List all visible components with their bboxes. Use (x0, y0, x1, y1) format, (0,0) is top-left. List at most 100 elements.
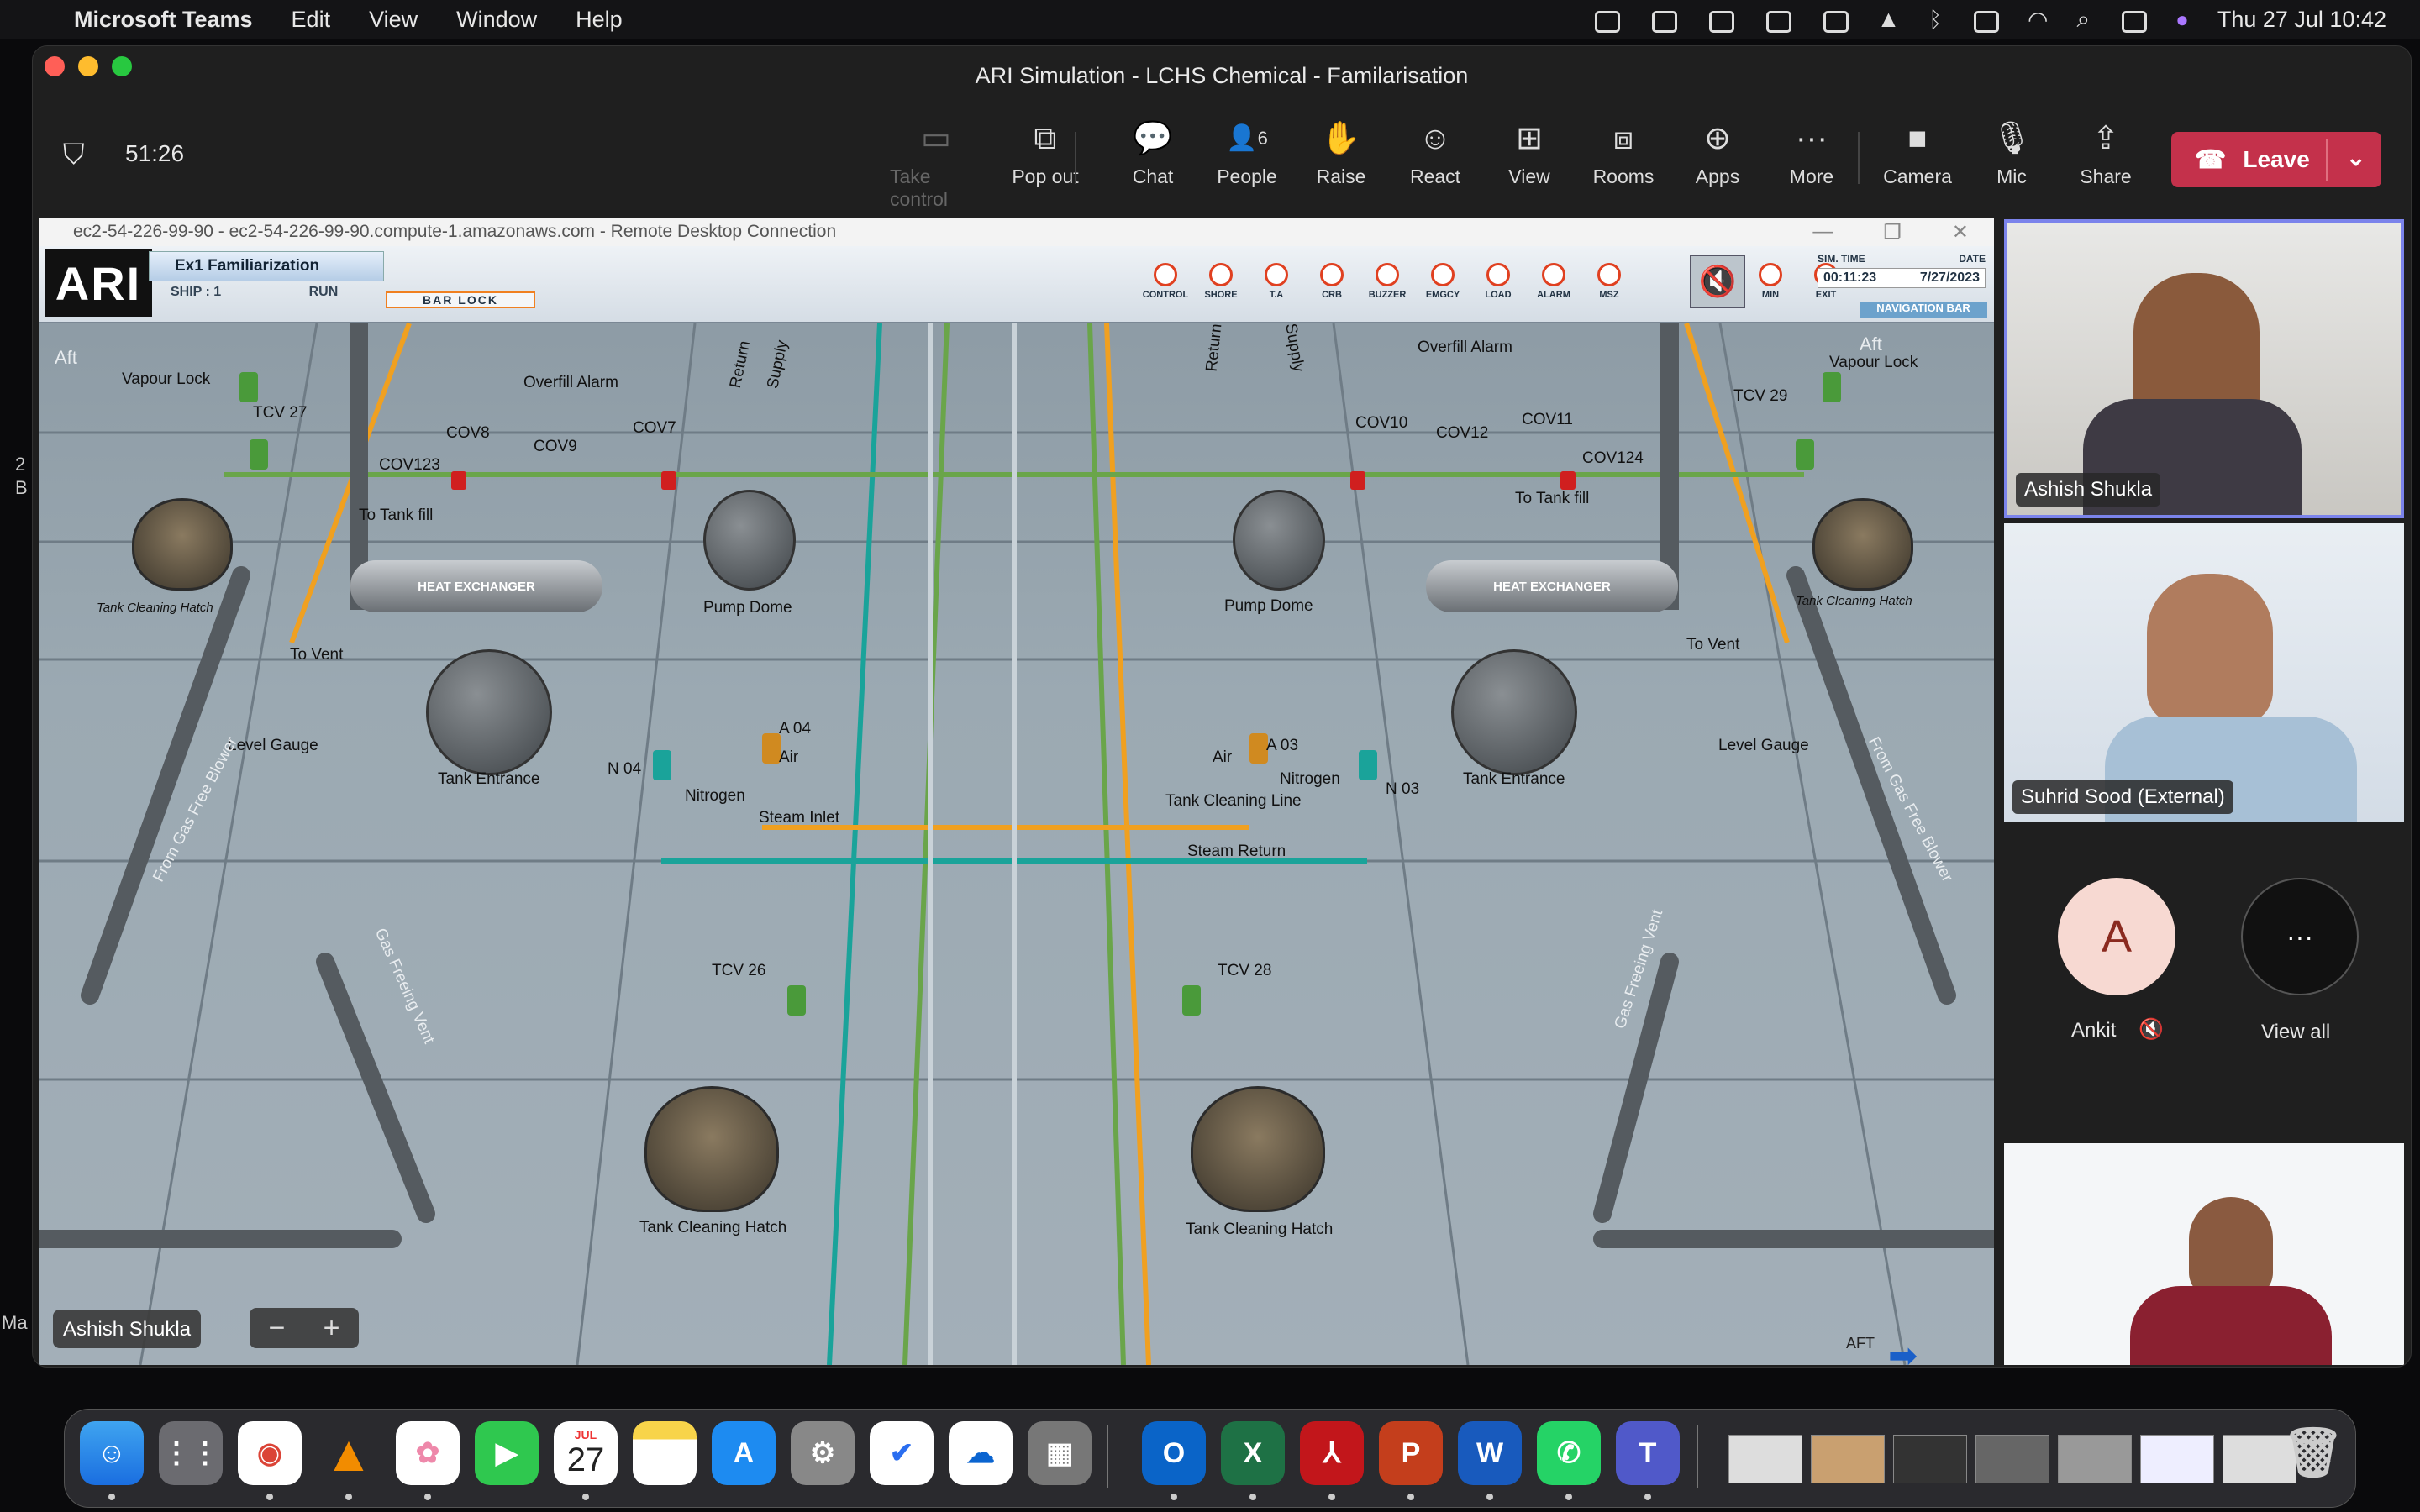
view-all-button[interactable]: ··· (2241, 878, 2359, 995)
avatar[interactable]: A (2058, 878, 2175, 995)
teams-icon[interactable]: T (1616, 1421, 1680, 1485)
launchpad-icon[interactable]: ⋮⋮ (159, 1421, 223, 1485)
simulation-view[interactable]: ARI Ex1 Familiarization SHIP : 1 RUN BAR… (39, 246, 1994, 1365)
participant-video-tile[interactable]: Ashish Shukla (2004, 219, 2404, 518)
tool-icon[interactable] (1706, 8, 1734, 33)
menu-view[interactable]: View (369, 7, 418, 33)
buzzer-button[interactable]: BUZZER (1362, 263, 1413, 300)
acrobat-icon[interactable]: ⅄ (1300, 1421, 1364, 1485)
vlc-icon[interactable]: ▲ (1877, 6, 1901, 33)
tcv26-valve[interactable] (787, 985, 806, 1016)
apps-button[interactable]: ⊕ Apps (1671, 120, 1764, 188)
close-window-button[interactable] (45, 56, 65, 76)
zoom-in-icon[interactable]: + (324, 1312, 340, 1345)
tank-cleaning-hatch-bottom-right[interactable] (1191, 1086, 1325, 1212)
msz-button[interactable]: MSZ (1584, 263, 1634, 300)
vapour-lock-left-valve[interactable] (239, 372, 258, 402)
minimize-icon[interactable]: — (1812, 220, 1833, 244)
participant-video-tile[interactable] (2004, 1143, 2404, 1365)
take-control-button[interactable]: ▭ Take control (890, 120, 982, 211)
tank-cleaning-hatch-bottom-left[interactable] (644, 1086, 779, 1212)
heat-exchanger-left[interactable]: HEAT EXCHANGER (350, 560, 602, 612)
menu-window[interactable]: Window (456, 7, 537, 33)
notes-icon[interactable] (633, 1421, 697, 1485)
restore-icon[interactable]: ❐ (1883, 220, 1902, 244)
a04-valve[interactable] (762, 733, 781, 764)
camera-button[interactable]: ■ Camera (1871, 120, 1964, 188)
facetime-icon[interactable]: ▶ (475, 1421, 539, 1485)
n04-valve[interactable] (653, 750, 671, 780)
bar-lock-button[interactable]: BAR LOCK (386, 291, 535, 308)
bluetooth-icon[interactable]: ᛒ (1928, 7, 1942, 33)
react-button[interactable]: ☺ React (1389, 120, 1481, 188)
emergency-button[interactable]: EMGCY (1418, 263, 1468, 300)
minimized-window-thumbnail[interactable] (2140, 1435, 2214, 1483)
share-button[interactable]: ⇪ Share (2060, 120, 2152, 188)
pump-dome-right[interactable] (1233, 490, 1325, 591)
minimized-window-thumbnail[interactable] (2058, 1435, 2132, 1483)
minimized-window-thumbnail[interactable] (1728, 1435, 1802, 1483)
menu-clock[interactable]: Thu 27 Jul 10:42 (2217, 7, 2386, 33)
calculator-icon[interactable]: ▦ (1028, 1421, 1092, 1485)
app-store-icon[interactable]: A (712, 1421, 776, 1485)
minimize-window-button[interactable] (78, 56, 98, 76)
navigation-bar-button[interactable]: NAVIGATION BAR (1860, 302, 1987, 318)
tcv29-valve[interactable] (1796, 439, 1814, 470)
outlook-icon[interactable]: O (1142, 1421, 1206, 1485)
zoom-window-button[interactable] (112, 56, 132, 76)
finder-icon[interactable]: ☺ (80, 1421, 144, 1485)
system-settings-icon[interactable]: ⚙ (791, 1421, 855, 1485)
chat-button[interactable]: 💬 Chat (1107, 120, 1199, 188)
raise-hand-button[interactable]: ✋ Raise (1295, 120, 1387, 188)
menu-app-name[interactable]: Microsoft Teams (74, 7, 253, 33)
vapour-lock-right-valve[interactable] (1823, 372, 1841, 402)
arrow-right-icon[interactable]: ➡ (1888, 1335, 1918, 1365)
contact-icon[interactable] (1763, 8, 1791, 33)
tank-entrance-right[interactable] (1451, 649, 1577, 775)
exercise-name[interactable]: Ex1 Familiarization (149, 251, 384, 281)
todo-icon[interactable]: ✔ (870, 1421, 934, 1485)
view-all-label[interactable]: View all (2261, 1021, 2330, 1044)
tank-cleaning-hatch-left[interactable] (132, 498, 233, 591)
shore-button[interactable]: SHORE (1196, 263, 1246, 300)
ta-button[interactable]: T.A (1251, 263, 1302, 300)
people-button[interactable]: 👤 6 People (1201, 120, 1293, 188)
speaker-icon[interactable]: 🔇 (1690, 255, 1745, 308)
control-button[interactable]: CONTROL (1140, 263, 1191, 300)
tcv28-valve[interactable] (1182, 985, 1201, 1016)
participant-video-tile[interactable]: Suhrid Sood (External) (2004, 523, 2404, 822)
more-button[interactable]: ··· More (1765, 120, 1858, 188)
tcv27-valve[interactable] (250, 439, 268, 470)
trash-icon[interactable]: 🗑 (2281, 1421, 2345, 1485)
view-button[interactable]: ⊞ View (1483, 120, 1576, 188)
menu-help[interactable]: Help (576, 7, 623, 33)
shield-icon[interactable]: ⛉ (63, 139, 85, 171)
cov7-valve[interactable] (661, 471, 676, 490)
control-center-icon[interactable] (2118, 8, 2148, 33)
mic-button[interactable]: 🎙 Mic (1965, 120, 2058, 188)
load-button[interactable]: LOAD (1473, 263, 1523, 300)
min-button[interactable]: MIN (1745, 263, 1796, 300)
calendar-icon[interactable]: JUL 27 (554, 1421, 618, 1485)
alarm-button[interactable]: ALARM (1528, 263, 1579, 300)
chevron-down-icon[interactable]: ⌄ (2346, 144, 2365, 171)
word-icon[interactable]: W (1458, 1421, 1522, 1485)
powerpoint-icon[interactable]: P (1379, 1421, 1443, 1485)
zoom-out-icon[interactable]: − (269, 1312, 286, 1345)
battery-icon[interactable] (1970, 8, 1999, 33)
siri-icon[interactable]: ● (2175, 7, 2189, 33)
cov124-valve[interactable] (1560, 471, 1576, 490)
close-icon[interactable]: ✕ (1952, 220, 1969, 244)
minimized-window-thumbnail[interactable] (1893, 1435, 1967, 1483)
airpods-icon[interactable] (1649, 8, 1677, 33)
chrome-icon[interactable]: ◉ (238, 1421, 302, 1485)
n03-valve[interactable] (1359, 750, 1377, 780)
minimized-window-thumbnail[interactable] (1975, 1435, 2049, 1483)
status-icon[interactable] (1591, 8, 1620, 33)
search-icon[interactable]: ⌕ (2076, 6, 2090, 34)
onedrive-icon[interactable]: ☁ (949, 1421, 1013, 1485)
wifi-icon[interactable]: ◠ (2028, 6, 2048, 34)
a03-valve[interactable] (1249, 733, 1268, 764)
tank-entrance-left[interactable] (426, 649, 552, 775)
excel-icon[interactable]: X (1221, 1421, 1285, 1485)
